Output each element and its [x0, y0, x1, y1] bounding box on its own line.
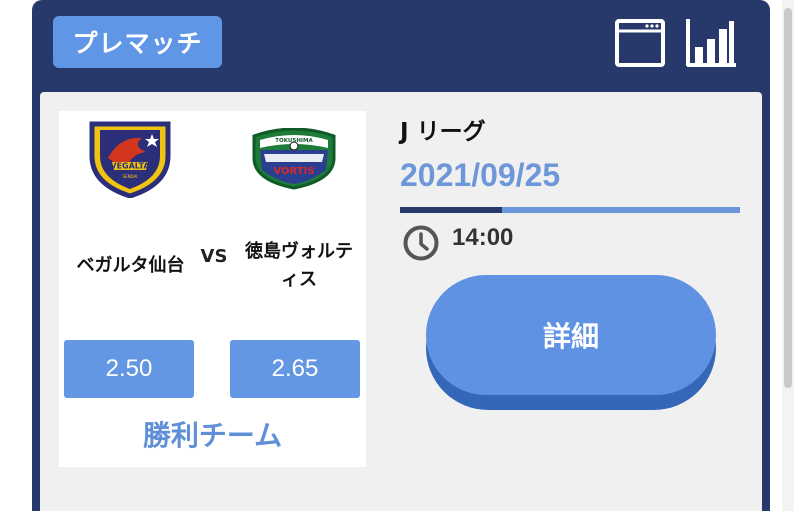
bar-chart-icon[interactable]	[685, 17, 737, 69]
detail-button[interactable]: 詳細	[426, 275, 716, 395]
match-time: 14:00	[452, 224, 514, 251]
svg-text:TOKUSHIMA: TOKUSHIMA	[275, 138, 313, 144]
svg-text:VEGALTA: VEGALTA	[110, 162, 150, 171]
away-odds-button[interactable]: 2.65	[230, 340, 360, 398]
scrollbar[interactable]	[782, 0, 794, 511]
svg-text:SENDAI: SENDAI	[123, 174, 138, 179]
league-name: J リーグ	[400, 119, 486, 145]
winner-team-label: 勝利チーム	[142, 419, 283, 452]
match-date: 2021/09/25	[400, 157, 561, 193]
window-icon[interactable]	[615, 19, 665, 67]
clock-icon	[403, 225, 439, 261]
away-team-name-line2: ィス	[281, 269, 317, 290]
svg-text:VORTIS: VORTIS	[273, 166, 314, 177]
away-team-crest-icon: TOKUSHIMA VORTIS	[252, 128, 336, 190]
prematch-badge[interactable]: プレマッチ	[53, 16, 222, 68]
home-team-name: ベガルタ仙台	[76, 255, 185, 276]
away-team-name: 徳島ヴォルテ ィス	[234, 238, 364, 294]
scrollbar-thumb[interactable]	[784, 8, 792, 388]
home-team-crest-icon: VEGALTA SENDAI	[89, 121, 171, 198]
home-odds-button[interactable]: 2.50	[64, 340, 194, 398]
away-team-name-line1: 徳島ヴォルテ	[245, 241, 353, 262]
date-underline-bar	[400, 207, 740, 213]
versus-label: VS	[200, 246, 228, 267]
date-underline-fill	[400, 207, 502, 213]
